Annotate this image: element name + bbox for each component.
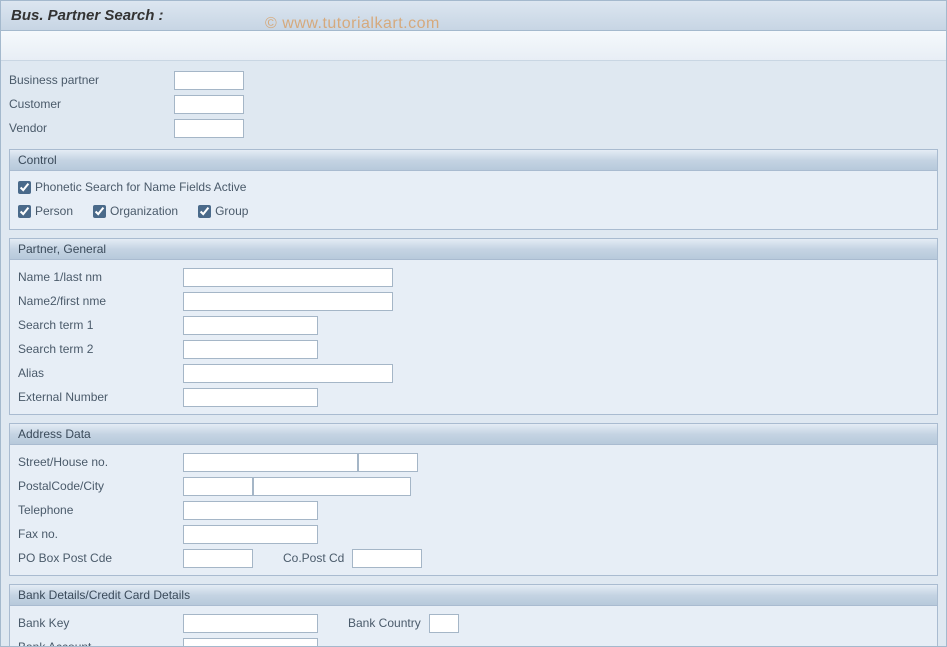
name1-input[interactable] (183, 268, 393, 287)
group-item: Group (198, 204, 248, 218)
field-row-bankaccount: Bank Account (18, 636, 929, 646)
section-bank-details: Bank Details/Credit Card Details Bank Ke… (9, 584, 938, 646)
field-row-pobox: PO Box Post Cde Co.Post Cd (18, 547, 929, 569)
checkbox-row-types: Person Organization Group (18, 201, 929, 221)
copost-label: Co.Post Cd (283, 551, 344, 565)
section-partner-general-header: Partner, General (10, 239, 937, 260)
name2-input[interactable] (183, 292, 393, 311)
section-bank-details-header: Bank Details/Credit Card Details (10, 585, 937, 606)
street-input[interactable] (183, 453, 358, 472)
group-label: Group (215, 204, 248, 218)
name2-label: Name2/first nme (18, 294, 183, 308)
fax-input[interactable] (183, 525, 318, 544)
alias-label: Alias (18, 366, 183, 380)
searchterm1-label: Search term 1 (18, 318, 183, 332)
field-row-searchterm1: Search term 1 (18, 314, 929, 336)
person-item: Person (18, 204, 73, 218)
postalcity-label: PostalCode/City (18, 479, 183, 493)
vendor-input[interactable] (174, 119, 244, 138)
section-bank-details-body: Bank Key Bank Country Bank Account (10, 606, 937, 646)
houseno-input[interactable] (358, 453, 418, 472)
section-address-data-header: Address Data (10, 424, 937, 445)
person-checkbox[interactable] (18, 205, 31, 218)
business-partner-input[interactable] (174, 71, 244, 90)
searchterm2-label: Search term 2 (18, 342, 183, 356)
field-row-bankkey: Bank Key Bank Country (18, 612, 929, 634)
top-fields-block: Business partner Customer Vendor (9, 69, 938, 139)
bankkey-label: Bank Key (18, 616, 183, 630)
bankcountry-label: Bank Country (348, 616, 421, 630)
customer-label: Customer (9, 97, 174, 111)
bankaccount-label: Bank Account (18, 640, 183, 646)
content-area: Business partner Customer Vendor Control… (1, 61, 946, 646)
bankcountry-input[interactable] (429, 614, 459, 633)
section-address-data: Address Data Street/House no. PostalCode… (9, 423, 938, 576)
fax-label: Fax no. (18, 527, 183, 541)
searchterm2-input[interactable] (183, 340, 318, 359)
field-row-name2: Name2/first nme (18, 290, 929, 312)
externalnumber-label: External Number (18, 390, 183, 404)
alias-input[interactable] (183, 364, 393, 383)
phonetic-search-checkbox[interactable] (18, 181, 31, 194)
field-row-alias: Alias (18, 362, 929, 384)
postalcode-input[interactable] (183, 477, 253, 496)
field-row-fax: Fax no. (18, 523, 929, 545)
street-label: Street/House no. (18, 455, 183, 469)
page-title: Bus. Partner Search : (11, 7, 164, 24)
vendor-label: Vendor (9, 121, 174, 135)
pobox-label: PO Box Post Cde (18, 551, 183, 565)
field-row-business-partner: Business partner (9, 69, 938, 91)
section-control-body: Phonetic Search for Name Fields Active P… (10, 171, 937, 229)
customer-input[interactable] (174, 95, 244, 114)
phonetic-search-item: Phonetic Search for Name Fields Active (18, 180, 246, 194)
section-control: Control Phonetic Search for Name Fields … (9, 149, 938, 230)
pobox-input[interactable] (183, 549, 253, 568)
organization-label: Organization (110, 204, 178, 218)
person-label: Person (35, 204, 73, 218)
section-partner-general-body: Name 1/last nm Name2/first nme Search te… (10, 260, 937, 414)
searchterm1-input[interactable] (183, 316, 318, 335)
phonetic-search-label: Phonetic Search for Name Fields Active (35, 180, 246, 194)
organization-checkbox[interactable] (93, 205, 106, 218)
section-partner-general: Partner, General Name 1/last nm Name2/fi… (9, 238, 938, 415)
field-row-street: Street/House no. (18, 451, 929, 473)
toolbar (1, 31, 946, 61)
app-window: Bus. Partner Search : © www.tutorialkart… (0, 0, 947, 647)
checkbox-row-phonetic: Phonetic Search for Name Fields Active (18, 177, 929, 197)
group-checkbox[interactable] (198, 205, 211, 218)
section-control-header: Control (10, 150, 937, 171)
externalnumber-input[interactable] (183, 388, 318, 407)
telephone-label: Telephone (18, 503, 183, 517)
name1-label: Name 1/last nm (18, 270, 183, 284)
telephone-input[interactable] (183, 501, 318, 520)
field-row-externalnumber: External Number (18, 386, 929, 408)
header-bar: Bus. Partner Search : (1, 1, 946, 31)
field-row-searchterm2: Search term 2 (18, 338, 929, 360)
field-row-name1: Name 1/last nm (18, 266, 929, 288)
field-row-vendor: Vendor (9, 117, 938, 139)
business-partner-label: Business partner (9, 73, 174, 87)
organization-item: Organization (93, 204, 178, 218)
field-row-customer: Customer (9, 93, 938, 115)
copost-input[interactable] (352, 549, 422, 568)
field-row-postalcity: PostalCode/City (18, 475, 929, 497)
section-address-data-body: Street/House no. PostalCode/City Telepho… (10, 445, 937, 575)
city-input[interactable] (253, 477, 411, 496)
bankkey-input[interactable] (183, 614, 318, 633)
field-row-telephone: Telephone (18, 499, 929, 521)
bankaccount-input[interactable] (183, 638, 318, 647)
